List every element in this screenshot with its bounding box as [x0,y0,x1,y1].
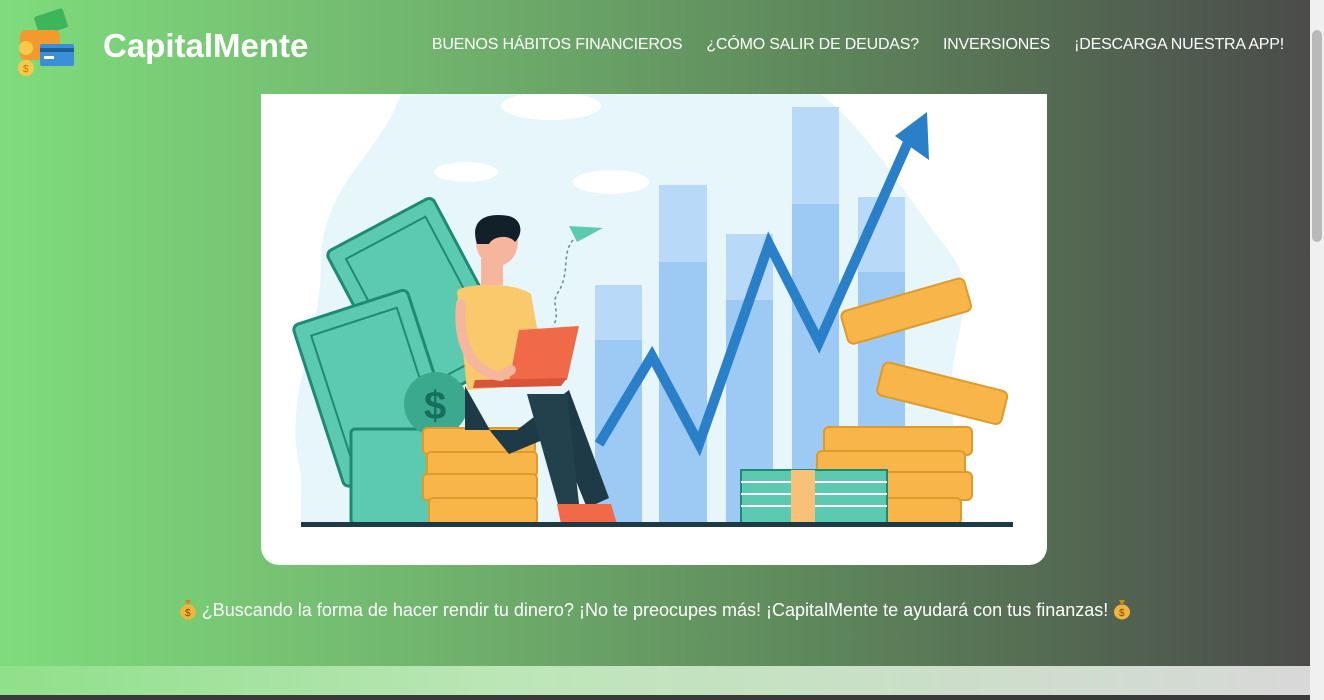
money-bag-icon: $ [179,600,196,620]
svg-text:$: $ [424,384,446,428]
main-nav: BUENOS HÁBITOS FINANCIEROS ¿CÓMO SALIR D… [432,36,1284,54]
wallet-logo-icon: $ [18,8,74,76]
page: $ CapitalMente BUENOS HÁBITOS FINANCIERO… [0,0,1310,700]
ground-line [301,522,1013,527]
nav-link-inversiones[interactable]: INVERSIONES [943,36,1050,54]
hero-card: $ [261,94,1047,565]
tagline-text: ¿Buscando la forma de hacer rendir tu di… [201,600,1109,620]
brand-home-link[interactable]: $ CapitalMente [14,8,308,86]
tagline: $ ¿Buscando la forma de hacer rendir tu … [0,598,1310,621]
svg-text:$: $ [185,608,191,619]
nav-link-buenos-habitos[interactable]: BUENOS HÁBITOS FINANCIEROS [432,36,683,54]
nav-link-descarga-app[interactable]: ¡DESCARGA NUESTRA APP! [1074,36,1284,54]
brand-name: CapitalMente [103,27,309,64]
money-bag-icon: $ [1114,600,1131,620]
scrollbar-thumb[interactable] [1312,30,1322,242]
cash-bundle [740,469,888,525]
chart-bar-shade [659,262,707,525]
bottom-divider [0,695,1310,700]
svg-text:$: $ [23,64,29,75]
navbar: $ CapitalMente BUENOS HÁBITOS FINANCIERO… [0,0,1310,92]
hero-illustration: $ [292,94,1013,527]
svg-text:$: $ [1119,608,1125,619]
nav-link-salir-deudas[interactable]: ¿CÓMO SALIR DE DEUDAS? [706,36,919,54]
